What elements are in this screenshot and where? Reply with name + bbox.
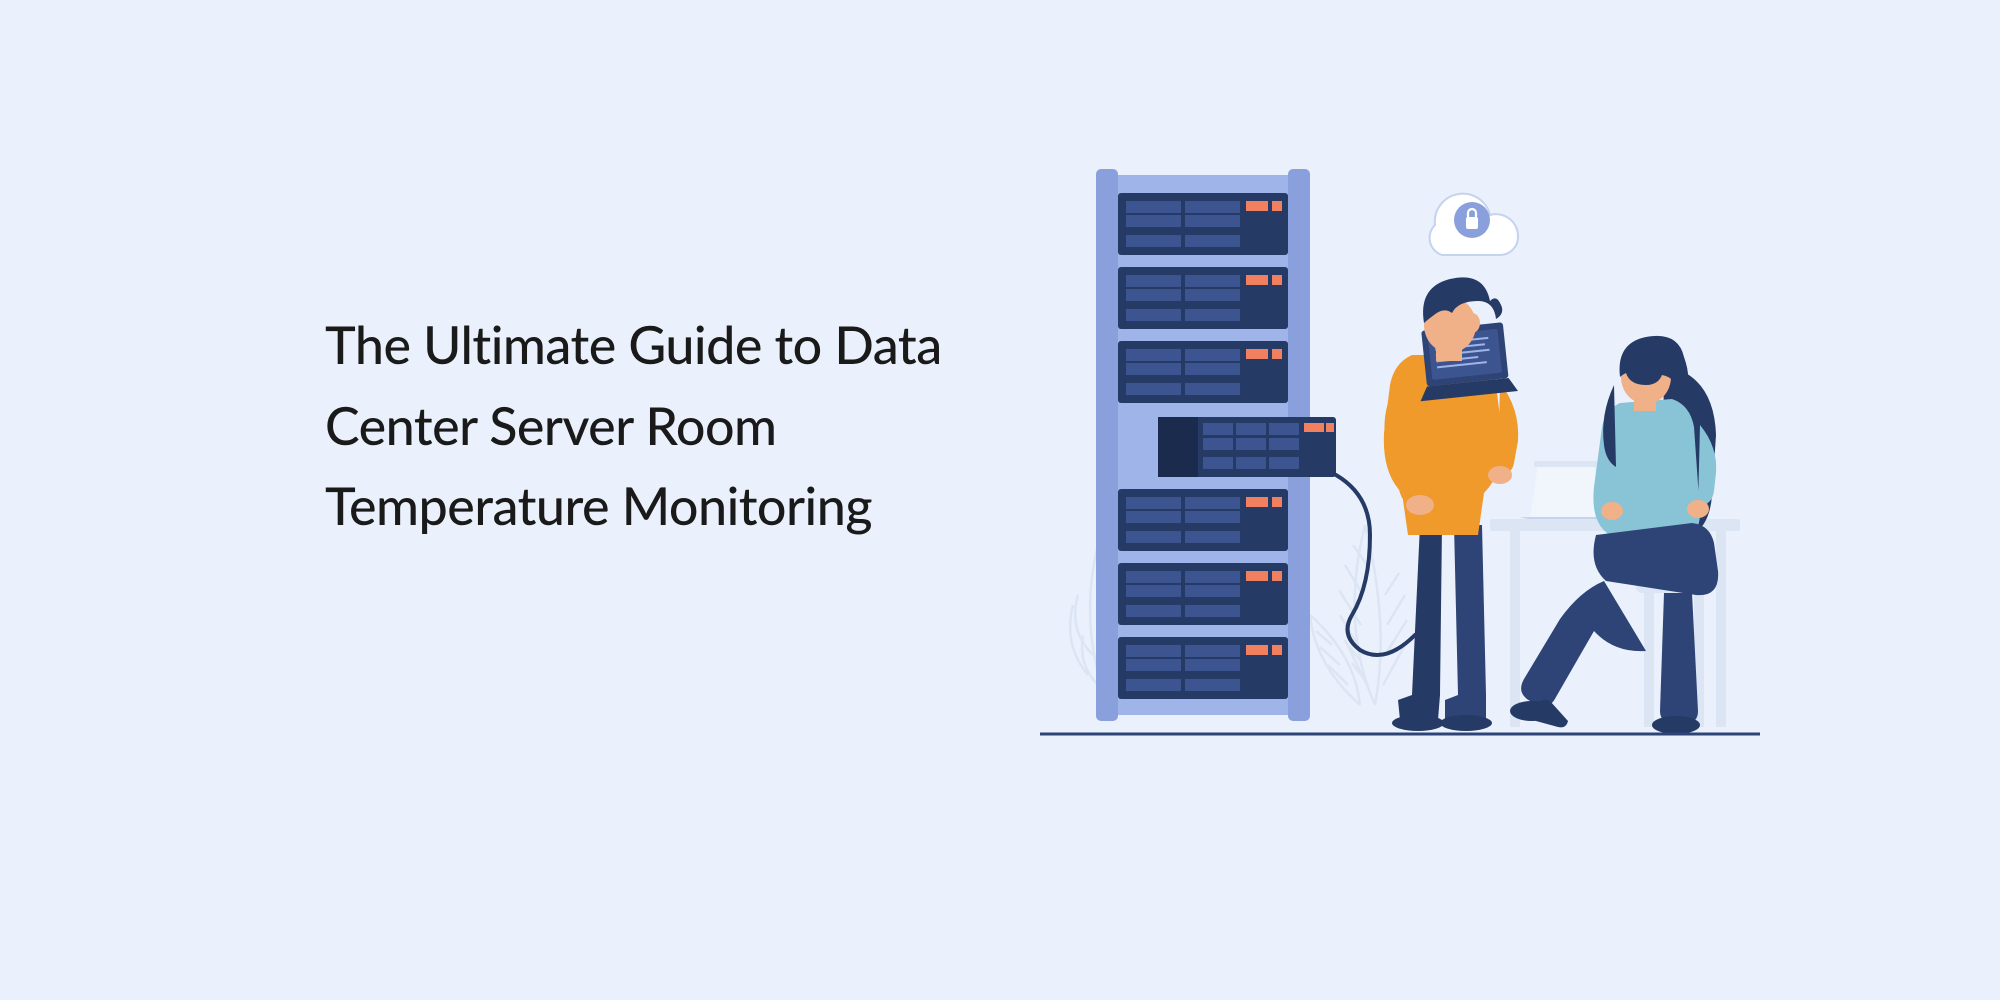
- sitting-woman: [1510, 336, 1718, 734]
- server-unit: [1118, 563, 1288, 625]
- server-rack: [1096, 169, 1336, 721]
- server-unit-extracted: [1158, 417, 1336, 477]
- server-unit: [1118, 267, 1288, 329]
- server-unit: [1118, 193, 1288, 255]
- server-unit: [1118, 341, 1288, 403]
- server-unit: [1118, 489, 1288, 551]
- page-title: The Ultimate Guide to Data Center Server…: [325, 305, 985, 547]
- server-unit: [1118, 637, 1288, 699]
- data-center-illustration: [1040, 165, 1760, 805]
- standing-man: [1384, 277, 1518, 731]
- cloud-lock-icon: [1430, 194, 1518, 255]
